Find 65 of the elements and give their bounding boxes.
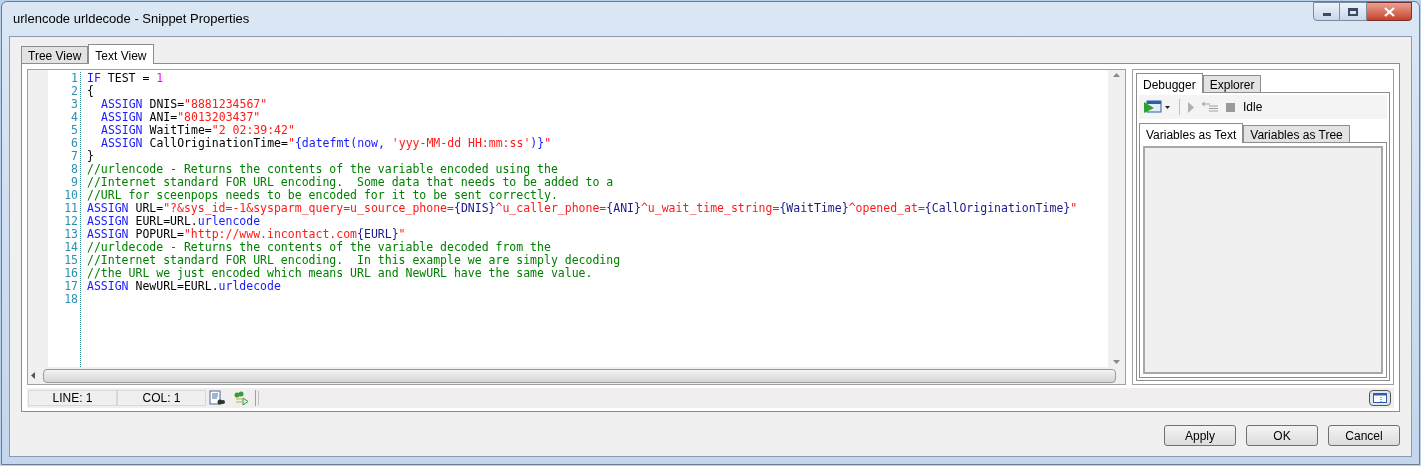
play-icon (1188, 101, 1194, 113)
minimize-button[interactable] (1313, 2, 1340, 21)
code-line: ASSIGN NewURL=EURL.urldecode (87, 280, 281, 293)
line-number: 8 (71, 163, 78, 176)
line-number: 16 (64, 267, 78, 280)
line-number: 12 (64, 215, 78, 228)
code-line: //URL for sceenpops needs to be encoded for it to be sent correctly. (87, 189, 558, 202)
code-line: //Internet standard FOR URL encoding. Some data that needs to be added to a (87, 176, 614, 189)
line-number: 10 (64, 189, 78, 202)
line-number: 7 (71, 150, 78, 163)
stop-icon (1226, 102, 1235, 112)
run-icon (1143, 100, 1171, 114)
code-line: { (87, 85, 94, 98)
code-line: IF TEST = 1 (87, 72, 164, 85)
tab[interactable]: Variables as Text (1139, 123, 1244, 143)
code-line: ASSIGN WaitTime="2 02:39:42" (100, 124, 295, 137)
line-number: 17 (64, 280, 78, 293)
code-line: ASSIGN URL="?&sys_id=-1&sysparm_query=u_source_phone={DNIS}^u_caller_phone={ANI}^u_wait_time_string={WaitTime}^opened_at={CallOriginationTime}" (87, 202, 1078, 215)
document-search-icon[interactable] (209, 390, 225, 406)
code-line: //Internet standard FOR URL encoding. In this example we are simply decoding (87, 254, 621, 267)
layout-toggle-button[interactable] (1369, 390, 1391, 406)
close-button[interactable] (1367, 2, 1412, 21)
code-line: //urlencode - Returns the contents of the variable encoded using the (87, 163, 558, 176)
line-number: 11 (64, 202, 78, 215)
code-line: ASSIGN DNIS="8881234567" (100, 98, 268, 111)
line-number: 18 (64, 293, 78, 306)
run-button[interactable] (1143, 100, 1171, 114)
line-number: 2 (71, 85, 78, 98)
line-number: 15 (64, 254, 78, 267)
dialog-button[interactable]: OK (1246, 425, 1318, 446)
left-arrow-icon (31, 372, 35, 379)
code-line: //urldecode - Returns the contents of the variable decoded from the (87, 241, 551, 254)
window-icon (1373, 393, 1387, 403)
window-title: urlencode urldecode - Snippet Properties (13, 10, 250, 29)
close-icon (1383, 6, 1395, 17)
code-line: ASSIGN CallOriginationTime="{datefmt(now, 'yyy-MM-dd HH:mm:ss')}" (100, 137, 552, 150)
tab[interactable]: Tree View (21, 46, 89, 63)
line-number: 4 (71, 111, 78, 124)
line-number: 6 (71, 137, 78, 150)
code-line: ASSIGN ANI="8013203437" (100, 111, 261, 124)
tab[interactable]: Text View (88, 44, 154, 64)
dialog-button[interactable]: Apply (1164, 425, 1236, 446)
down-arrow-icon (1113, 360, 1120, 364)
debugger-status: Idle (1243, 99, 1263, 116)
line-number: 3 (71, 98, 78, 111)
line-number: 13 (64, 228, 78, 241)
step-icon (1202, 102, 1218, 112)
tab[interactable]: Explorer (1202, 75, 1262, 92)
code-line: //the URL we just encoded which means URL and NewURL have the same value. (87, 267, 593, 280)
line-number: 1 (71, 72, 78, 85)
tab[interactable]: Debugger (1136, 73, 1203, 93)
dialog-button[interactable]: Cancel (1328, 425, 1400, 446)
code-line: ASSIGN EURL=URL.urlencode (87, 215, 261, 228)
line-number: 9 (71, 176, 78, 189)
maximize-button[interactable] (1340, 2, 1367, 21)
vertical-scrollbar[interactable] (1108, 70, 1125, 367)
up-arrow-icon (1113, 73, 1120, 77)
variables-run-icon[interactable] (233, 390, 249, 406)
tab[interactable]: Variables as Tree (1243, 125, 1350, 142)
line-indicator: LINE: 1 (28, 390, 117, 406)
column-indicator: COL: 1 (117, 390, 206, 406)
code-line: } (87, 150, 94, 163)
line-number: 5 (71, 124, 78, 137)
code-line: ASSIGN POPURL="http://www.incontact.com{EURL}" (87, 228, 406, 241)
line-number: 14 (64, 241, 78, 254)
